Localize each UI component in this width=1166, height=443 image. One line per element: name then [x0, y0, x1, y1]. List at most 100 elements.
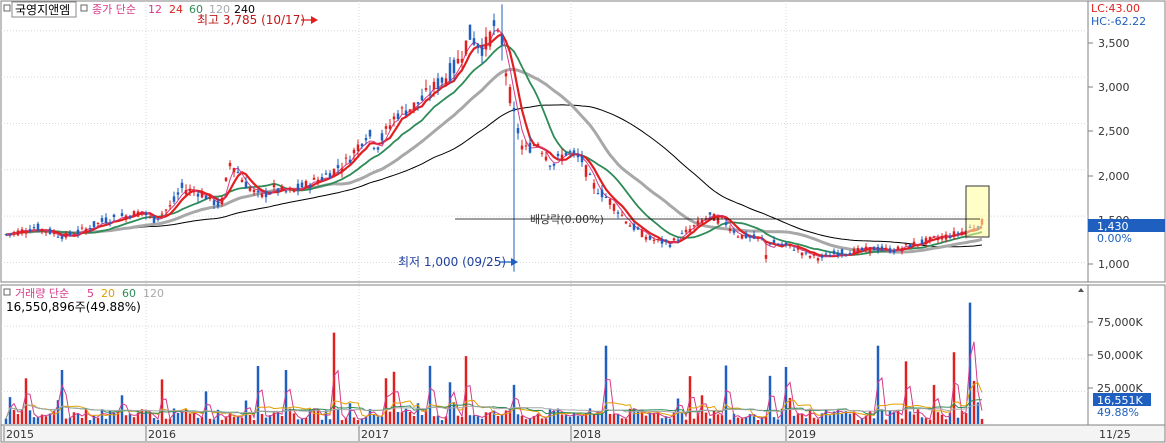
volume-bar — [912, 414, 916, 424]
volume-bar — [352, 417, 356, 424]
volume-bar — [148, 412, 152, 424]
candle-body — [132, 211, 136, 218]
candle-body — [748, 235, 752, 238]
candle-body — [912, 241, 916, 246]
lc-label: LC:43.00 — [1091, 2, 1140, 15]
candle-body — [300, 182, 304, 188]
candle-body — [68, 231, 72, 236]
candle-body — [588, 173, 592, 175]
candle-body — [780, 243, 784, 246]
candle-body — [860, 247, 864, 251]
volume-bar — [624, 418, 628, 424]
candle-body — [88, 228, 92, 230]
candle-body — [640, 230, 644, 238]
candle-body — [900, 248, 904, 252]
candle-body — [28, 229, 32, 232]
volume-bar — [408, 411, 412, 424]
candle-body — [500, 35, 504, 45]
candle-body — [668, 244, 672, 247]
candle-body — [652, 240, 656, 242]
vol-tick: 75,000K — [1097, 316, 1143, 329]
volume-bar — [412, 416, 416, 424]
stock-name[interactable]: 국영지앤엠 — [15, 3, 70, 17]
volume-bar — [692, 418, 696, 424]
volume-bar — [888, 411, 892, 424]
volume-bar — [236, 416, 240, 424]
candle-body — [392, 116, 396, 120]
candle-body — [472, 38, 476, 45]
candle-body — [752, 234, 756, 239]
candle-body — [240, 179, 244, 183]
volume-bar — [124, 415, 128, 424]
volume-bar — [64, 418, 68, 424]
candle-body — [184, 189, 188, 195]
legend-square-icon — [3, 4, 11, 12]
volume-bar — [564, 415, 568, 424]
volume-bar — [196, 417, 200, 424]
volume-bar — [804, 418, 808, 424]
candle-body — [896, 246, 900, 250]
candle-body — [592, 183, 596, 189]
candle-body — [260, 193, 264, 198]
candle-body — [412, 102, 416, 109]
candle-body — [48, 228, 52, 234]
candle-body — [800, 252, 804, 256]
candle-body — [380, 133, 384, 141]
volume-bar — [776, 419, 780, 424]
volume-bar — [208, 418, 212, 424]
candle-body — [924, 237, 928, 245]
candle-body — [504, 73, 508, 77]
volume-bar — [472, 415, 476, 424]
volume-bar — [728, 419, 732, 424]
legend-square-icon — [80, 4, 88, 12]
candle-body — [156, 218, 160, 220]
current-volume: 16,550,896주(49.88%) — [6, 300, 141, 314]
volume-bar — [12, 410, 16, 424]
candle-body — [428, 93, 432, 95]
volume-bar — [836, 409, 840, 424]
candle-body — [644, 236, 648, 240]
candle-body — [136, 211, 140, 217]
volume-bar — [556, 408, 560, 424]
volume-bar — [4, 418, 8, 424]
volume-bar — [188, 413, 192, 424]
high-annotation: 최고 3,785 (10/17) — [197, 13, 318, 27]
volume-bar — [740, 418, 744, 424]
volume-bar — [772, 417, 776, 424]
candle-body — [152, 215, 156, 223]
volume-bar — [900, 418, 904, 424]
vol-ma-120: 120 — [143, 287, 164, 300]
candle-body — [12, 231, 16, 234]
candle-body — [84, 228, 88, 234]
candle-body — [24, 232, 28, 234]
low-annotation: 최저 1,000 (09/25) — [398, 255, 518, 269]
candle-body — [464, 40, 468, 55]
candle-body — [572, 150, 576, 154]
volume-bar — [292, 413, 296, 424]
volume-bar — [316, 409, 320, 424]
candle-body — [420, 95, 424, 101]
volume-bar — [668, 418, 672, 424]
volume-legend-label: 거래량 단순 — [15, 287, 69, 300]
volume-axis-ticks: 75,000K 50,000K 25,000K — [1088, 316, 1143, 395]
vol-tick: 50,000K — [1097, 349, 1143, 362]
candle-body — [116, 220, 120, 222]
volume-bar — [324, 410, 328, 424]
candle-body — [832, 250, 836, 254]
candle-body — [680, 233, 684, 235]
candle-body — [388, 125, 392, 129]
volume-bar — [180, 412, 184, 424]
volume-bar — [920, 417, 924, 424]
candle-body — [600, 189, 604, 198]
candle-body — [760, 238, 764, 240]
hc-label: HC:-62.22 — [1091, 15, 1146, 28]
volume-bar — [320, 419, 324, 424]
candle-body — [764, 255, 768, 259]
candle-body — [952, 231, 956, 237]
y-tick: 3,000 — [1098, 81, 1130, 94]
candle-body — [276, 188, 280, 192]
candle-body — [348, 159, 352, 163]
candle-body — [100, 218, 104, 222]
volume-bar — [296, 419, 300, 424]
volume-bar — [976, 402, 980, 424]
